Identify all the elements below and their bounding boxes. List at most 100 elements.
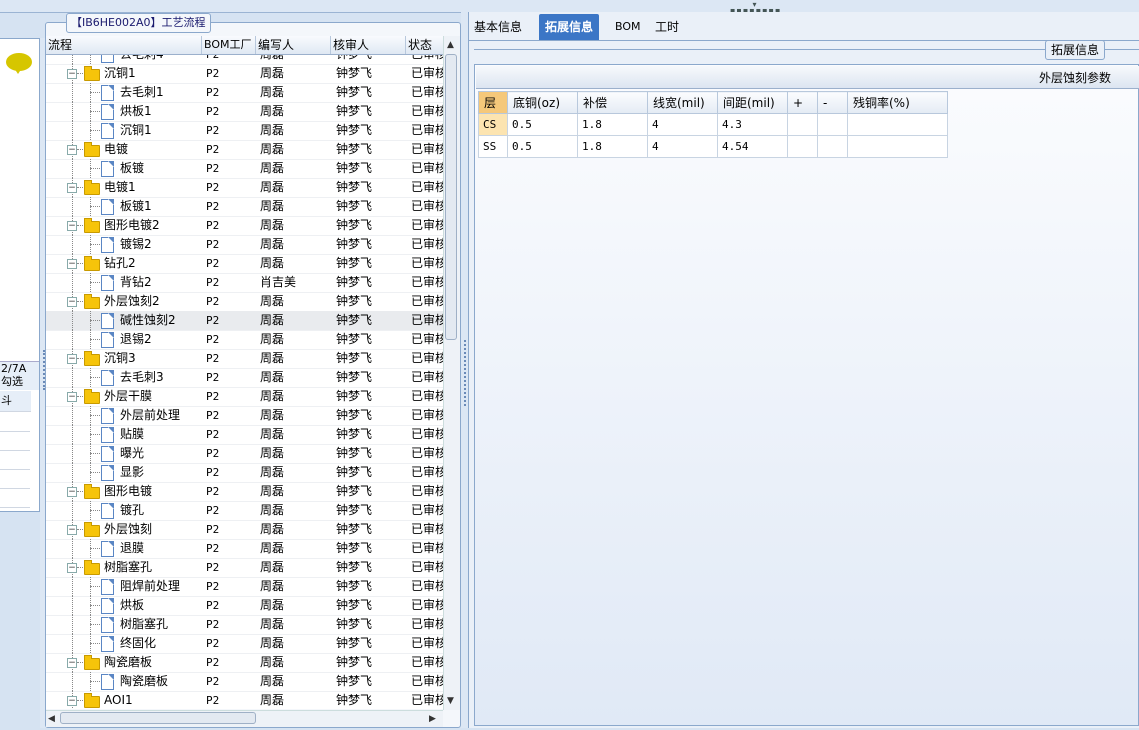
collapse-toggle-icon[interactable]: − [67,392,77,402]
tree-item-row[interactable]: 镀孔 P2 周磊 钟梦飞 已审核 [46,501,443,521]
layer-cell[interactable]: SS [478,135,508,158]
tree-folder-row[interactable]: − 电镀 P2 周磊 钟梦飞 已审核 [46,140,443,160]
tree-connector [90,453,100,454]
col-header-bom-factory[interactable]: BOM工厂 [202,36,256,54]
tree-item-row[interactable]: 烘板1 P2 周磊 钟梦飞 已审核 [46,102,443,122]
col-header-compensation[interactable]: 补偿 [577,91,648,114]
tree-item-row[interactable]: 镀锡2 P2 周磊 钟梦飞 已审核 [46,235,443,255]
tree-item-row[interactable]: 显影 P2 周磊 钟梦飞 已审核 [46,463,443,483]
tab-extension-info[interactable]: 拓展信息 [539,14,600,40]
collapse-toggle-icon[interactable]: − [67,145,77,155]
tree-folder-row[interactable]: − AOI1 P2 周磊 钟梦飞 已审核 [46,691,443,709]
plus-cell[interactable] [787,113,818,136]
col-header-reviewer[interactable]: 核审人 [331,36,406,54]
tree-item-row[interactable]: 树脂塞孔 P2 周磊 钟梦飞 已审核 [46,615,443,635]
table-row[interactable]: CS 0.5 1.8 4 4.3 [478,113,948,136]
reviewer-cell: 钟梦飞 [336,427,373,441]
tree-item-row[interactable]: 退膜 P2 周磊 钟梦飞 已审核 [46,539,443,559]
tree-item-row[interactable]: 去毛刺1 P2 周磊 钟梦飞 已审核 [46,83,443,103]
tree-folder-row[interactable]: − 树脂塞孔 P2 周磊 钟梦飞 已审核 [46,558,443,578]
col-header-writer[interactable]: 编写人 [256,36,331,54]
tree-item-row[interactable]: 贴膜 P2 周磊 钟梦飞 已审核 [46,425,443,445]
left-grid-row[interactable] [0,450,30,470]
left-grid-row[interactable] [0,431,30,451]
tree-folder-row[interactable]: − 图形电镀 P2 周磊 钟梦飞 已审核 [46,482,443,502]
tree-item-row[interactable]: 背钻2 P2 肖吉美 钟梦飞 已审核 [46,273,443,293]
tree-item-row[interactable]: 板镀1 P2 周磊 钟梦飞 已审核 [46,197,443,217]
spacing-cell[interactable]: 4.54 [717,135,788,158]
tree-folder-row[interactable]: − 图形电镀2 P2 周磊 钟梦飞 已审核 [46,216,443,236]
tree-item-row[interactable]: 终固化 P2 周磊 钟梦飞 已审核 [46,634,443,654]
tree-item-row[interactable]: 曝光 P2 周磊 钟梦飞 已审核 [46,444,443,464]
col-header-base-copper[interactable]: 底铜(oz) [507,91,578,114]
scroll-left-arrow-icon[interactable]: ◀ [48,714,55,724]
left-grid-row[interactable] [0,469,30,489]
table-row[interactable]: SS 0.5 1.8 4 4.54 [478,135,948,158]
splitter-grip-icon[interactable]: ▾ ▪▪▪▪▪▪▪▪ ▾ [730,1,780,21]
line-width-cell[interactable]: 4 [647,113,718,136]
collapse-toggle-icon[interactable]: − [67,183,77,193]
tree-folder-row[interactable]: − 钻孔2 P2 周磊 钟梦飞 已审核 [46,254,443,274]
collapse-toggle-icon[interactable]: − [67,696,77,706]
tree-folder-row[interactable]: − 电镀1 P2 周磊 钟梦飞 已审核 [46,178,443,198]
compensation-cell[interactable]: 1.8 [577,113,648,136]
tree-folder-row[interactable]: − 外层干膜 P2 周磊 钟梦飞 已审核 [46,387,443,407]
tree-folder-row[interactable]: − 沉铜1 P2 周磊 钟梦飞 已审核 [46,64,443,84]
collapse-toggle-icon[interactable]: − [67,525,77,535]
left-grid-row[interactable] [0,488,30,508]
tree-horizontal-scroll-thumb[interactable] [60,712,256,724]
tree-folder-row[interactable]: − 外层蚀刻 P2 周磊 钟梦飞 已审核 [46,520,443,540]
col-header-line-width[interactable]: 线宽(mil) [647,91,718,114]
tree-item-row[interactable]: 板镀 P2 周磊 钟梦飞 已审核 [46,159,443,179]
collapse-toggle-icon[interactable]: − [67,297,77,307]
spacing-cell[interactable]: 4.3 [717,113,788,136]
tree-item-row[interactable]: 去毛刺3 P2 周磊 钟梦飞 已审核 [46,368,443,388]
left-grid-row[interactable] [0,412,30,432]
tree-vertical-scroll-thumb[interactable] [445,54,457,340]
collapse-toggle-icon[interactable]: − [67,354,77,364]
collapse-toggle-icon[interactable]: − [67,221,77,231]
tree-item-row[interactable]: 碱性蚀刻2 P2 周磊 钟梦飞 已审核 [46,311,443,331]
tree-folder-row[interactable]: − 外层蚀刻2 P2 周磊 钟梦飞 已审核 [46,292,443,312]
scroll-up-arrow-icon[interactable]: ▲ [447,40,454,50]
plus-cell[interactable] [787,135,818,158]
base-copper-cell[interactable]: 0.5 [507,113,578,136]
collapse-toggle-icon[interactable]: − [67,487,77,497]
scroll-down-arrow-icon[interactable]: ▼ [447,696,454,706]
col-header-process[interactable]: 流程 [46,36,202,54]
col-header-status[interactable]: 状态 [406,36,443,54]
base-copper-cell[interactable]: 0.5 [507,135,578,158]
compensation-cell[interactable]: 1.8 [577,135,648,158]
col-header-minus[interactable]: - [817,91,848,114]
process-name: 背钻2 [120,275,152,289]
chat-bubble-icon[interactable] [6,53,32,74]
minus-cell[interactable] [817,113,848,136]
tree-item-row[interactable]: 退锡2 P2 周磊 钟梦飞 已审核 [46,330,443,350]
col-header-residual-copper[interactable]: 残铜率(%) [847,91,948,114]
tab-bom[interactable]: BOM [609,14,647,40]
col-header-spacing[interactable]: 间距(mil) [717,91,788,114]
tree-connector [77,396,83,397]
tree-item-row[interactable]: 沉铜1 P2 周磊 钟梦飞 已审核 [46,121,443,141]
scroll-right-arrow-icon[interactable]: ▶ [429,714,436,724]
residual-copper-cell[interactable] [847,113,948,136]
tree-folder-row[interactable]: − 陶瓷磨板 P2 周磊 钟梦飞 已审核 [46,653,443,673]
layer-cell[interactable]: CS [478,113,508,136]
tab-basic-info[interactable]: 基本信息 [468,14,528,40]
minus-cell[interactable] [817,135,848,158]
tree-connector [90,472,100,473]
collapse-toggle-icon[interactable]: − [67,69,77,79]
tab-work-hours[interactable]: 工时 [649,14,685,40]
line-width-cell[interactable]: 4 [647,135,718,158]
col-header-plus[interactable]: + [787,91,818,114]
tree-item-row[interactable]: 阻焊前处理 P2 周磊 钟梦飞 已审核 [46,577,443,597]
tree-folder-row[interactable]: − 沉铜3 P2 周磊 钟梦飞 已审核 [46,349,443,369]
tree-item-row[interactable]: 烘板 P2 周磊 钟梦飞 已审核 [46,596,443,616]
collapse-toggle-icon[interactable]: − [67,658,77,668]
collapse-toggle-icon[interactable]: − [67,259,77,269]
tree-item-row[interactable]: 陶瓷磨板 P2 周磊 钟梦飞 已审核 [46,672,443,692]
residual-copper-cell[interactable] [847,135,948,158]
collapse-toggle-icon[interactable]: − [67,563,77,573]
tree-item-row[interactable]: 外层前处理 P2 周磊 钟梦飞 已审核 [46,406,443,426]
col-header-layer[interactable]: 层 [478,91,508,114]
